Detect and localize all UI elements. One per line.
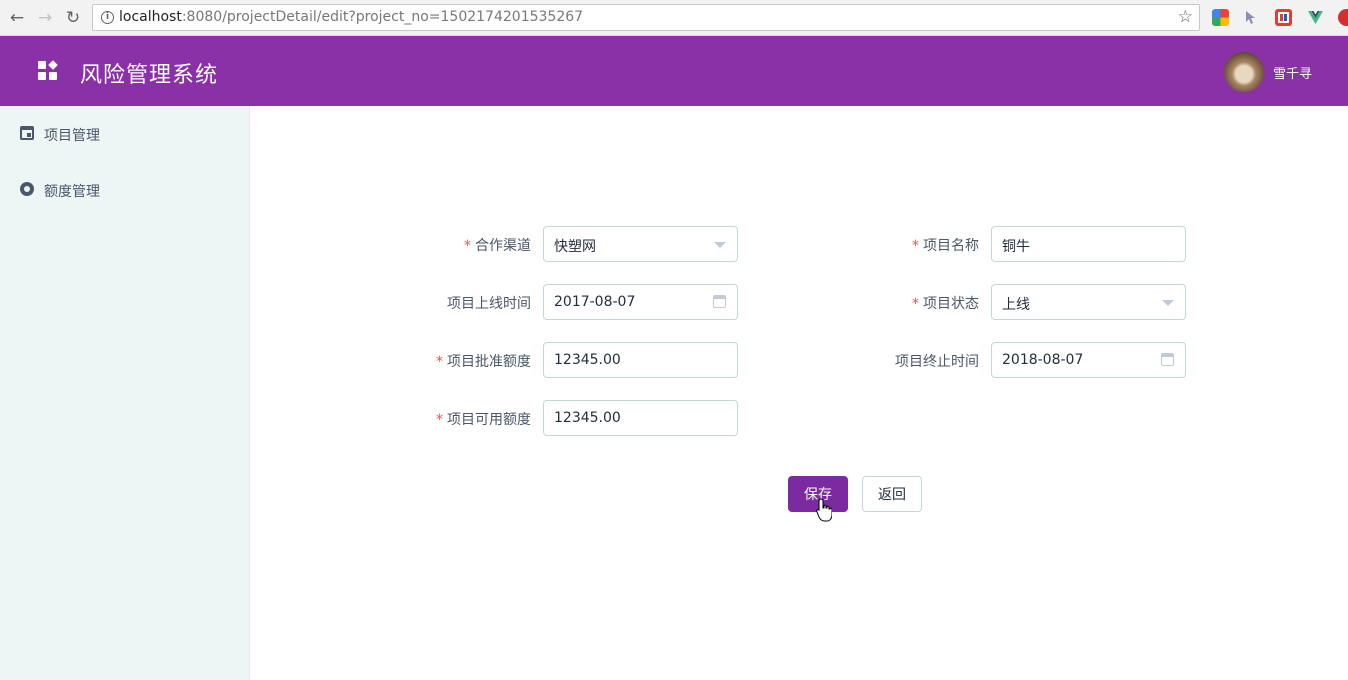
project-name-label: * 项目名称 [912, 238, 979, 254]
available-amount-label: * 项目可用额度 [436, 412, 531, 428]
approved-amount-label: * 项目批准额度 [436, 354, 531, 370]
url-text: localhost:8080/projectDetail/edit?projec… [119, 9, 584, 25]
sidebar-item-quota-management[interactable]: 额度管理 [0, 162, 250, 218]
channel-select[interactable]: 快塑网 [543, 226, 738, 262]
end-date-label: 项目终止时间 [895, 354, 979, 370]
browser-toolbar: ← → ↻ i localhost:8080/projectDetail/edi… [0, 0, 1348, 36]
back-button[interactable]: 返回 [862, 476, 922, 512]
gear-icon [18, 180, 36, 198]
end-date-picker[interactable]: 2018-08-07 [991, 342, 1186, 378]
calendar-icon [1161, 353, 1174, 366]
forward-arrow-icon[interactable]: → [34, 7, 56, 29]
reload-icon[interactable]: ↻ [62, 7, 84, 29]
sidebar: 项目管理 额度管理 [0, 106, 250, 680]
chevron-down-icon [714, 242, 726, 248]
chevron-down-icon [1162, 300, 1174, 306]
available-amount-input[interactable]: 12345.00 [543, 400, 738, 436]
app-header: 风险管理系统 雪千寻 [0, 36, 1348, 106]
avatar[interactable] [1224, 52, 1264, 92]
user-name[interactable]: 雪千寻 [1273, 63, 1312, 82]
extension-red-icon[interactable] [1338, 9, 1348, 26]
calendar-icon [20, 126, 34, 140]
info-icon[interactable]: i [101, 11, 114, 24]
dashboard-icon [38, 60, 60, 83]
hand-cursor-icon [816, 498, 832, 522]
calendar-icon [713, 295, 726, 308]
status-label: * 项目状态 [912, 296, 979, 312]
approved-amount-input[interactable]: 12345.00 [543, 342, 738, 378]
bookmark-star-icon[interactable]: ☆ [1178, 7, 1193, 27]
sidebar-item-label: 额度管理 [44, 184, 100, 200]
launch-date-label: 项目上线时间 [447, 296, 531, 312]
extension-cursor-icon[interactable] [1242, 9, 1259, 26]
sidebar-item-label: 项目管理 [44, 128, 100, 144]
sidebar-item-project-management[interactable]: 项目管理 [0, 106, 250, 162]
app-title: 风险管理系统 [80, 63, 219, 88]
extension-vue-icon[interactable] [1307, 9, 1324, 26]
status-select[interactable]: 上线 [991, 284, 1186, 320]
extension-fe-icon[interactable] [1275, 9, 1292, 26]
address-bar[interactable]: i localhost:8080/projectDetail/edit?proj… [92, 4, 1200, 31]
project-name-input[interactable]: 铜牛 [991, 226, 1186, 262]
launch-date-picker[interactable]: 2017-08-07 [543, 284, 738, 320]
back-arrow-icon[interactable]: ← [6, 7, 28, 29]
extension-colorful-icon[interactable] [1212, 9, 1229, 26]
channel-label: * 合作渠道 [464, 238, 531, 254]
